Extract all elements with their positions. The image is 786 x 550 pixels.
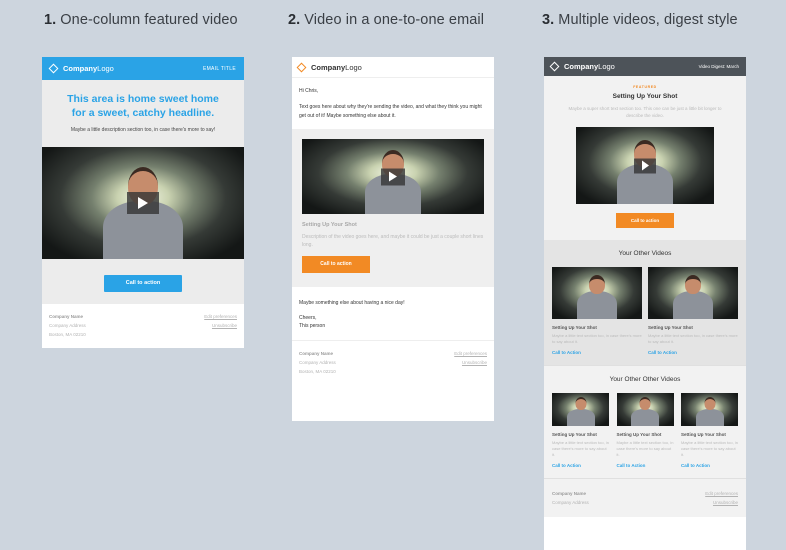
company-logo: Company Logo bbox=[296, 62, 362, 72]
email-preview-one-to-one: Company Logo Hi Chris, Text goes here abo… bbox=[292, 57, 494, 421]
video-card-title: Setting Up Your Shot bbox=[552, 432, 597, 437]
featured-title: Setting Up Your Shot bbox=[612, 93, 678, 100]
video-card-description: Maybe a little text section too, in case… bbox=[616, 440, 674, 457]
closing-text: Maybe something else about having a nice… bbox=[299, 300, 405, 306]
email-preview-featured: Company Logo EMAIL TITLE This area is hom… bbox=[42, 57, 244, 348]
unsubscribe-link[interactable]: Unsubscribe bbox=[713, 500, 738, 505]
video-description: Description of the video goes here, and … bbox=[302, 234, 484, 248]
description: Maybe a little description section too, … bbox=[70, 127, 216, 133]
column-heading-2: 2. Video in a one-to-one email bbox=[288, 12, 485, 28]
other-videos-section: Your Other Videos Setting Up Your Shot M… bbox=[544, 240, 746, 365]
logo-diamond-icon bbox=[549, 61, 560, 72]
email-preview-digest: Company Logo Video Digest: March FEATURED… bbox=[544, 57, 746, 550]
email-header: Company Logo EMAIL TITLE bbox=[42, 57, 244, 80]
play-icon[interactable] bbox=[127, 192, 159, 214]
edit-preferences-link[interactable]: Edit preferences bbox=[204, 314, 237, 319]
email-header: Company Logo bbox=[292, 57, 494, 78]
intro-text: Text goes here about why they're sending… bbox=[299, 104, 482, 119]
video-card-cta-link[interactable]: Call to Action bbox=[552, 463, 609, 468]
edit-preferences-link[interactable]: Edit preferences bbox=[705, 491, 738, 496]
video-thumbnail[interactable] bbox=[681, 393, 738, 426]
video-thumbnail[interactable] bbox=[302, 139, 484, 214]
signature: This person bbox=[299, 323, 326, 329]
email-footer: Company Name Company Address Boston, MA 02… bbox=[49, 314, 237, 337]
video-card-description: Maybe a little text section too, in case… bbox=[681, 440, 738, 457]
video-card: Setting Up Your Shot Maybe a little text… bbox=[648, 267, 738, 355]
section-title: Your Other Other Videos bbox=[609, 376, 681, 383]
video-thumbnail[interactable] bbox=[576, 127, 714, 204]
video-card-cta-link[interactable]: Call to Action bbox=[617, 463, 674, 468]
featured-description: Maybe a super short text section too. Th… bbox=[568, 106, 722, 118]
cta-button[interactable]: Call to action bbox=[104, 275, 182, 292]
digest-label: Video Digest: March bbox=[698, 64, 739, 69]
hero-section: This area is home sweet home for a sweet… bbox=[42, 80, 244, 147]
video-card-cta-link[interactable]: Call to Action bbox=[648, 350, 738, 355]
video-card-description: Maybe a little text section too, in case… bbox=[552, 440, 609, 457]
email-footer: Company Name Company Address Boston, MA 02… bbox=[299, 351, 487, 374]
signoff: Cheers, bbox=[299, 315, 317, 321]
video-card-cta-link[interactable]: Call to Action bbox=[552, 350, 642, 355]
cta-button[interactable]: Call to action bbox=[302, 256, 370, 273]
video-card-title: Setting Up Your Shot bbox=[616, 432, 662, 437]
play-icon[interactable] bbox=[634, 158, 656, 173]
cta-button[interactable]: Call to action bbox=[616, 213, 674, 228]
video-card: Setting Up Your Shot Maybe a little text… bbox=[616, 393, 674, 468]
featured-tag: FEATURED bbox=[633, 85, 657, 89]
video-thumbnail[interactable] bbox=[552, 393, 609, 426]
logo-diamond-icon bbox=[296, 62, 307, 72]
video-card: Setting Up Your Shot Maybe a little text… bbox=[552, 267, 642, 355]
video-card-title: Setting Up Your Shot bbox=[681, 432, 726, 437]
video-thumbnail[interactable] bbox=[552, 267, 642, 319]
company-logo: Company Logo bbox=[549, 61, 615, 72]
featured-section: FEATURED Setting Up Your Shot Maybe a su… bbox=[544, 76, 746, 240]
video-thumbnail[interactable] bbox=[648, 267, 738, 319]
section-title: Your Other Videos bbox=[618, 250, 672, 257]
video-card-description: Maybe a little text section too, in case… bbox=[552, 333, 642, 344]
unsubscribe-link[interactable]: Unsubscribe bbox=[212, 323, 237, 328]
edit-preferences-link[interactable]: Edit preferences bbox=[454, 351, 487, 356]
column-heading-3: 3. Multiple videos, digest style bbox=[542, 12, 738, 28]
unsubscribe-link[interactable]: Unsubscribe bbox=[462, 360, 487, 365]
play-icon[interactable] bbox=[381, 168, 405, 185]
video-thumbnail[interactable] bbox=[42, 147, 244, 259]
headline: This area is home sweet home for a sweet… bbox=[67, 93, 219, 119]
video-title: Setting Up Your Shot bbox=[302, 222, 357, 228]
email-title-label: EMAIL TITLE bbox=[202, 65, 236, 72]
logo-diamond-icon bbox=[48, 63, 59, 74]
video-thumbnail[interactable] bbox=[616, 393, 674, 426]
company-logo: Company Logo bbox=[48, 63, 114, 74]
email-footer: Company Name Company Address Edit prefere… bbox=[544, 478, 746, 517]
video-card-title: Setting Up Your Shot bbox=[648, 325, 693, 330]
other-other-videos-section: Your Other Other Videos Setting Up Your … bbox=[544, 365, 746, 478]
video-card: Setting Up Your Shot Maybe a little text… bbox=[681, 393, 738, 468]
column-heading-1: 1. One-column featured video bbox=[44, 12, 238, 28]
video-card-description: Maybe a little text section too, in case… bbox=[648, 333, 738, 344]
video-card-title: Setting Up Your Shot bbox=[552, 325, 597, 330]
video-card-cta-link[interactable]: Call to Action bbox=[681, 463, 738, 468]
email-header: Company Logo Video Digest: March bbox=[544, 57, 746, 76]
greeting: Hi Chris, bbox=[299, 88, 319, 94]
video-card: Setting Up Your Shot Maybe a little text… bbox=[552, 393, 609, 468]
